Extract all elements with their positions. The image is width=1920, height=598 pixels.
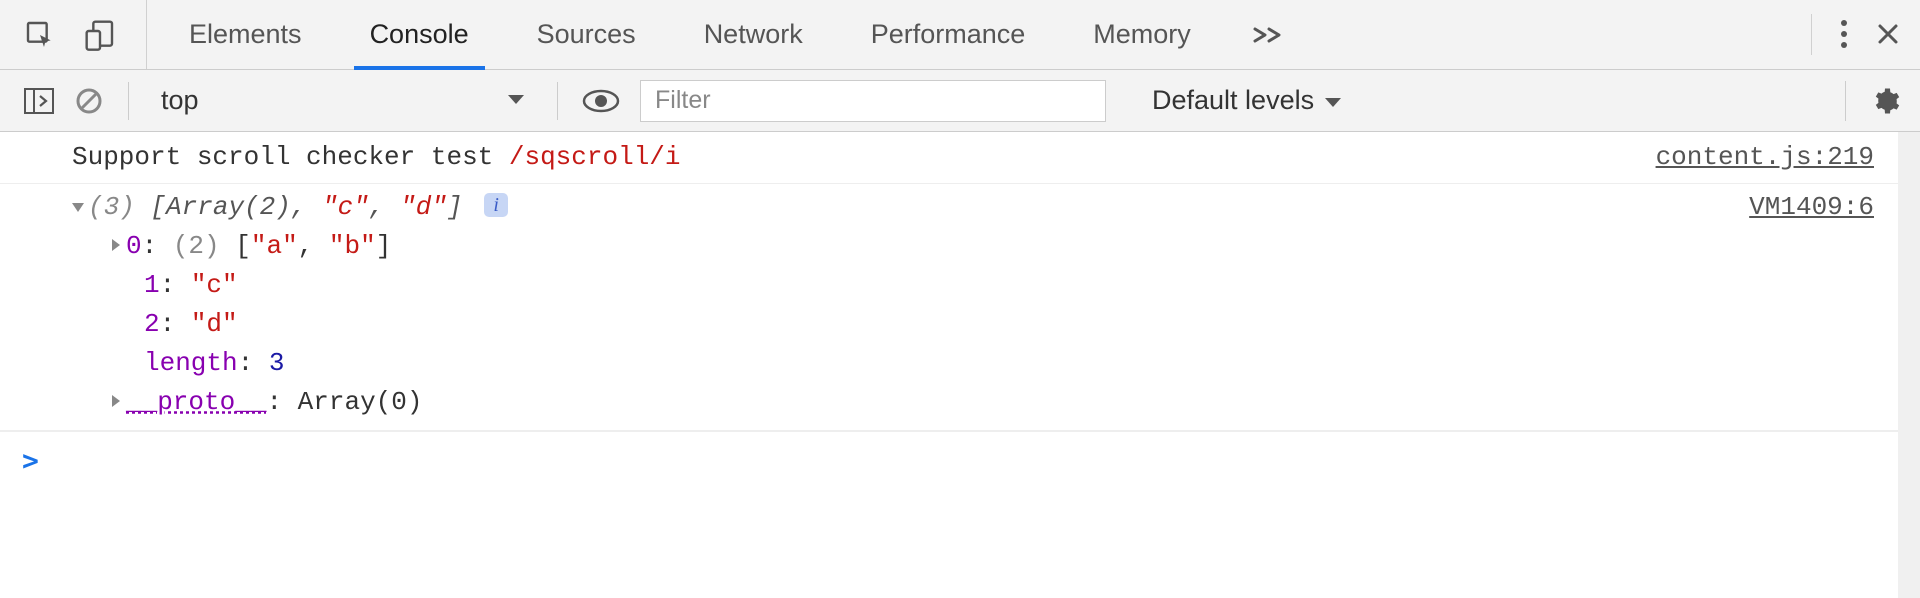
tab-network[interactable]: Network xyxy=(670,0,837,69)
console-output: Support scroll checker test /sqscroll/i … xyxy=(0,132,1920,598)
device-toolbar-icon[interactable] xyxy=(84,19,116,51)
tab-performance[interactable]: Performance xyxy=(837,0,1060,69)
console-settings-area xyxy=(1845,81,1900,121)
kebab-menu-icon[interactable] xyxy=(1840,19,1848,49)
clear-console-icon[interactable] xyxy=(74,86,104,116)
tab-bar-left-icons xyxy=(24,0,146,69)
devtools-tabs: Elements Console Sources Network Perform… xyxy=(146,0,1311,69)
levels-label: Default levels xyxy=(1152,85,1314,116)
expand-caret-icon[interactable] xyxy=(112,395,120,407)
chevron-down-icon xyxy=(507,90,525,111)
scrollbar[interactable] xyxy=(1898,132,1920,598)
log-regex: /sqscroll/i xyxy=(509,142,681,172)
source-link[interactable]: content.js:219 xyxy=(1656,138,1874,177)
prompt-caret-icon: > xyxy=(22,440,39,482)
console-prompt[interactable]: > xyxy=(0,431,1920,490)
tab-sources[interactable]: Sources xyxy=(503,0,670,69)
filter-input[interactable] xyxy=(640,80,1106,122)
gear-icon[interactable] xyxy=(1870,86,1900,116)
more-tabs-button[interactable] xyxy=(1225,0,1311,69)
console-log-row: Support scroll checker test /sqscroll/i … xyxy=(0,132,1920,184)
context-label: top xyxy=(161,85,199,116)
log-message: Support scroll checker test /sqscroll/i xyxy=(72,138,1656,177)
devtools-tab-bar: Elements Console Sources Network Perform… xyxy=(0,0,1920,70)
console-log-row: (3) [Array(2), "c", "d"] i VM1409:6 0: (… xyxy=(0,184,1920,431)
source-link[interactable]: VM1409:6 xyxy=(1749,188,1874,227)
inspect-element-icon[interactable] xyxy=(24,19,56,51)
tab-memory[interactable]: Memory xyxy=(1059,0,1225,69)
tab-console[interactable]: Console xyxy=(336,0,503,69)
chevron-down-icon xyxy=(1324,85,1342,116)
close-devtools-icon[interactable] xyxy=(1876,22,1900,46)
array-item: 1: "c" xyxy=(72,266,1896,305)
console-sidebar-toggle-icon[interactable] xyxy=(24,88,54,114)
toolbar-divider xyxy=(557,82,558,120)
toolbar-divider xyxy=(128,82,129,120)
expand-caret-icon[interactable] xyxy=(112,239,120,251)
live-expression-icon[interactable] xyxy=(582,88,620,114)
console-toolbar: top Default levels xyxy=(0,70,1920,132)
array-length-preview: (3) xyxy=(88,192,135,222)
log-text: Support scroll checker test xyxy=(72,142,509,172)
array-length: length: 3 xyxy=(72,344,1896,383)
log-levels-select[interactable]: Default levels xyxy=(1144,83,1350,118)
expand-caret-open-icon[interactable] xyxy=(72,203,84,212)
array-preview[interactable]: (3) [Array(2), "c", "d"] i xyxy=(72,188,1749,227)
array-item[interactable]: 0: (2) ["a", "b"] xyxy=(72,227,1896,266)
tab-bar-right-actions xyxy=(1811,14,1900,55)
array-item: 2: "d" xyxy=(72,305,1896,344)
tab-elements[interactable]: Elements xyxy=(155,0,336,69)
array-proto[interactable]: __proto__: Array(0) xyxy=(72,383,1896,422)
execution-context-select[interactable]: top xyxy=(153,83,533,118)
info-badge-icon[interactable]: i xyxy=(484,193,508,217)
